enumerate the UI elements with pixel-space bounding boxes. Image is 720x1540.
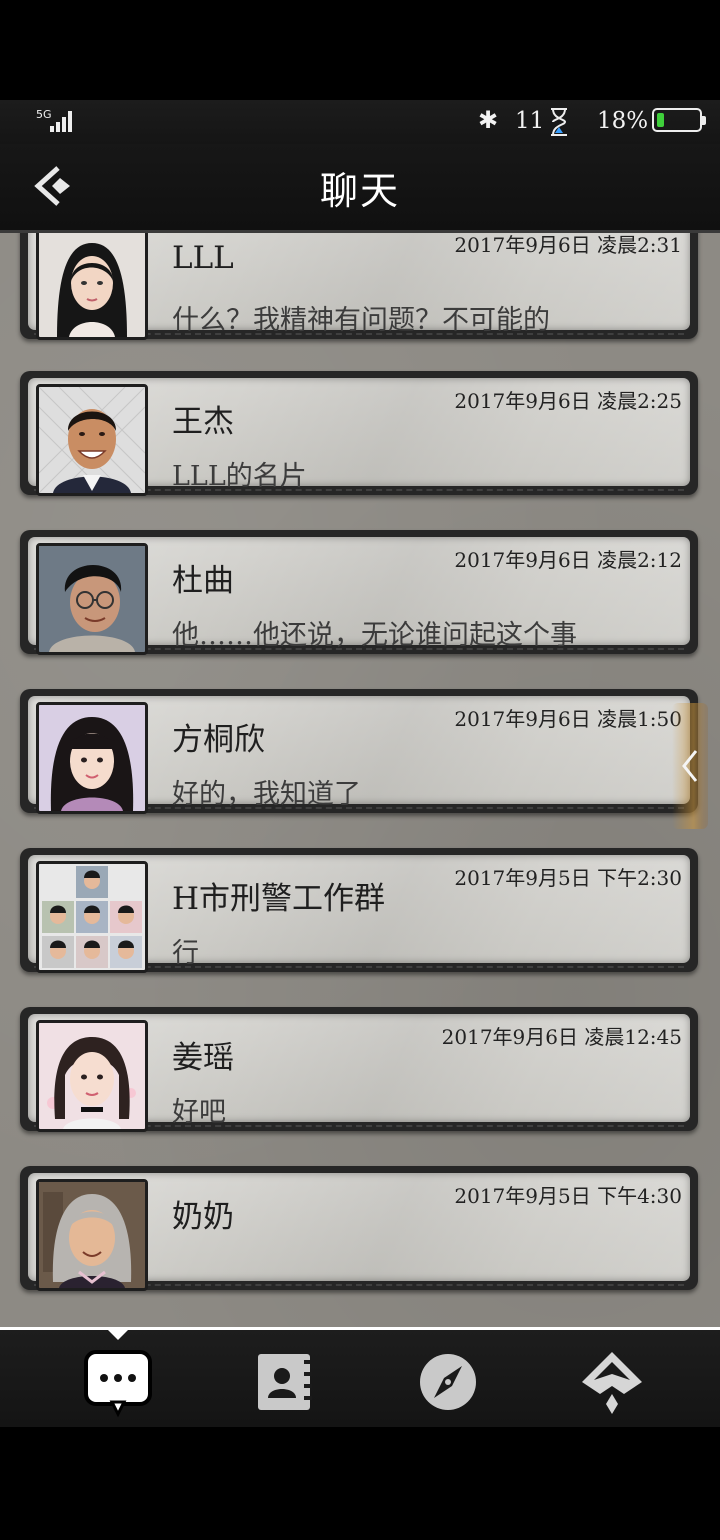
active-tab-pointer — [108, 1330, 128, 1340]
chat-name: 方桐欣 — [172, 722, 265, 758]
chat-timestamp: 2017年9月6日 凌晨2:25 — [454, 389, 682, 413]
avatar — [36, 702, 148, 814]
chat-name: 王杰 — [172, 404, 234, 440]
chat-item-work-group[interactable]: H市刑警工作群 2017年9月5日 下午2:30 行 — [20, 848, 698, 973]
chat-name: 奶奶 — [172, 1199, 234, 1235]
chat-timestamp: 2017年9月6日 凌晨1:50 — [454, 707, 682, 731]
battery-icon — [652, 108, 706, 132]
chat-preview: 好吧 — [172, 1097, 226, 1128]
chat-timestamp: 2017年9月6日 凌晨2:12 — [454, 548, 682, 572]
avatar — [36, 543, 148, 655]
chat-item-jiangyao[interactable]: 姜瑶 2017年9月6日 凌晨12:45 好吧 — [20, 1007, 698, 1132]
chat-list: LLL 2017年9月6日 凌晨2:31 什么？我精神有问题？不可能的 王杰 2… — [0, 233, 720, 1327]
tab-contacts[interactable] — [246, 1344, 322, 1420]
battery-percent: 18% — [597, 108, 649, 134]
avatar — [36, 1179, 148, 1291]
chat-name: 姜瑶 — [172, 1040, 234, 1076]
chat-preview: 他……他还说，无论谁问起这个事 — [172, 620, 577, 651]
chat-timestamp: 2017年9月6日 凌晨12:45 — [441, 1025, 682, 1049]
tab-profile[interactable] — [574, 1344, 650, 1420]
bottom-tab-bar — [0, 1327, 720, 1427]
chat-item-lll[interactable]: LLL 2017年9月6日 凌晨2:31 什么？我精神有问题？不可能的 — [20, 233, 698, 340]
top-black-area — [0, 0, 720, 100]
tab-chat[interactable] — [82, 1344, 158, 1420]
spade-badge-icon — [582, 1352, 642, 1414]
hourglass-icon — [551, 108, 567, 136]
contacts-book-icon — [258, 1354, 312, 1410]
chat-preview: 行 — [172, 938, 199, 969]
chat-name: LLL — [172, 240, 234, 276]
bluetooth-icon: ✱ — [478, 106, 499, 134]
bottom-black-area — [0, 1427, 720, 1540]
chat-item-grandma[interactable]: 奶奶 2017年9月5日 下午4:30 — [20, 1166, 698, 1291]
chat-preview: LLL的名片 — [172, 461, 307, 492]
chat-timestamp: 2017年9月5日 下午4:30 — [454, 1184, 682, 1208]
avatar — [36, 233, 148, 340]
tab-discover[interactable] — [410, 1344, 486, 1420]
compass-icon — [420, 1354, 476, 1410]
status-bar: 5G ✱ 11 18% — [0, 100, 720, 144]
chat-timestamp: 2017年9月5日 下午2:30 — [454, 866, 682, 890]
chat-item-wangjie[interactable]: 王杰 2017年9月6日 凌晨2:25 LLL的名片 — [20, 371, 698, 496]
nav-bar: 聊天 — [0, 144, 720, 233]
chat-preview: 好的，我知道了 — [172, 779, 361, 810]
battery-fill — [657, 113, 664, 127]
avatar — [36, 384, 148, 496]
avatar — [36, 1020, 148, 1132]
status-time: 11 — [515, 108, 545, 134]
signal-bars-icon — [50, 111, 72, 132]
chat-name: 杜曲 — [172, 563, 234, 599]
chat-name: H市刑警工作群 — [172, 881, 386, 917]
chat-timestamp: 2017年9月6日 凌晨2:31 — [454, 233, 682, 257]
chat-bubble-icon — [84, 1350, 152, 1418]
chat-item-duqu[interactable]: 杜曲 2017年9月6日 凌晨2:12 他……他还说，无论谁问起这个事 — [20, 530, 698, 655]
chat-item-fangtongxin[interactable]: 方桐欣 2017年9月6日 凌晨1:50 好的，我知道了 — [20, 689, 698, 814]
group-avatar — [36, 861, 148, 973]
page-title: 聊天 — [319, 169, 400, 213]
side-drawer-handle-icon[interactable] — [672, 703, 708, 829]
chat-preview: 什么？我精神有问题？不可能的 — [172, 305, 550, 336]
